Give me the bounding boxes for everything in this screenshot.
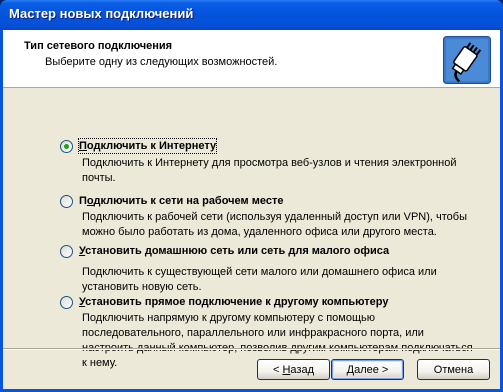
back-button-prefix: < — [272, 363, 283, 376]
wizard-header: Тип сетевого подключения Выберите одну и… — [3, 30, 500, 88]
wizard-client-area: Тип сетевого подключения Выберите одну и… — [3, 30, 500, 389]
network-plug-icon — [443, 36, 491, 84]
window-frame-left — [0, 30, 3, 392]
page-subtitle: Выберите одну из следующих возможностей. — [45, 56, 278, 68]
option-internet-mnemonic: П — [79, 140, 87, 152]
option-internet-label[interactable]: Подключить к Интернету — [77, 138, 218, 154]
next-button-mnemonic: Д — [346, 363, 355, 376]
back-button[interactable]: < Назад — [257, 359, 330, 380]
connection-type-options: Подключить к Интернету Подключить к Инте… — [3, 88, 500, 369]
back-button-mnemonic: Н — [282, 363, 291, 376]
option-workplace-description: Подключить к рабочей сети (используя уда… — [82, 211, 467, 238]
back-button-label: азад — [290, 363, 314, 376]
cancel-button[interactable]: Отмена — [417, 359, 490, 380]
radio-home-network[interactable] — [60, 245, 73, 258]
option-home-network-description: Подключить к существующей сети малого ил… — [82, 266, 437, 293]
title-bar[interactable]: Мастер новых подключений — [0, 0, 503, 30]
option-internet-label-text: одключить к Интернету — [86, 140, 217, 152]
window-title: Мастер новых подключений — [9, 6, 194, 21]
option-internet-description: Подключить к Интернету для просмотра веб… — [82, 157, 457, 184]
radio-internet[interactable] — [60, 140, 73, 153]
option-direct-connection-label[interactable]: Установить прямое подключение к другому … — [79, 295, 389, 309]
option-home-network-label[interactable]: Установить домашнюю сеть или сеть для ма… — [79, 244, 389, 258]
radio-workplace[interactable] — [60, 195, 73, 208]
option-workplace-label-text: дключить к сети на рабочем месте — [93, 195, 284, 207]
option-workplace-label-pre: П — [79, 195, 87, 207]
option-workplace-label[interactable]: Подключить к сети на рабочем месте — [79, 194, 283, 208]
option-home-network-label-text: становить домашнюю сеть или сеть для мал… — [85, 245, 390, 257]
footer-separator — [3, 348, 500, 350]
next-button-label: алее > — [354, 363, 389, 376]
page-title: Тип сетевого подключения — [24, 40, 173, 52]
wizard-window: Мастер новых подключений Тип сетевого по… — [0, 0, 503, 392]
next-button[interactable]: Далее > — [331, 359, 404, 380]
option-direct-connection-label-text: становить прямое подключение к другому к… — [85, 296, 389, 308]
radio-direct-connection[interactable] — [60, 296, 73, 309]
